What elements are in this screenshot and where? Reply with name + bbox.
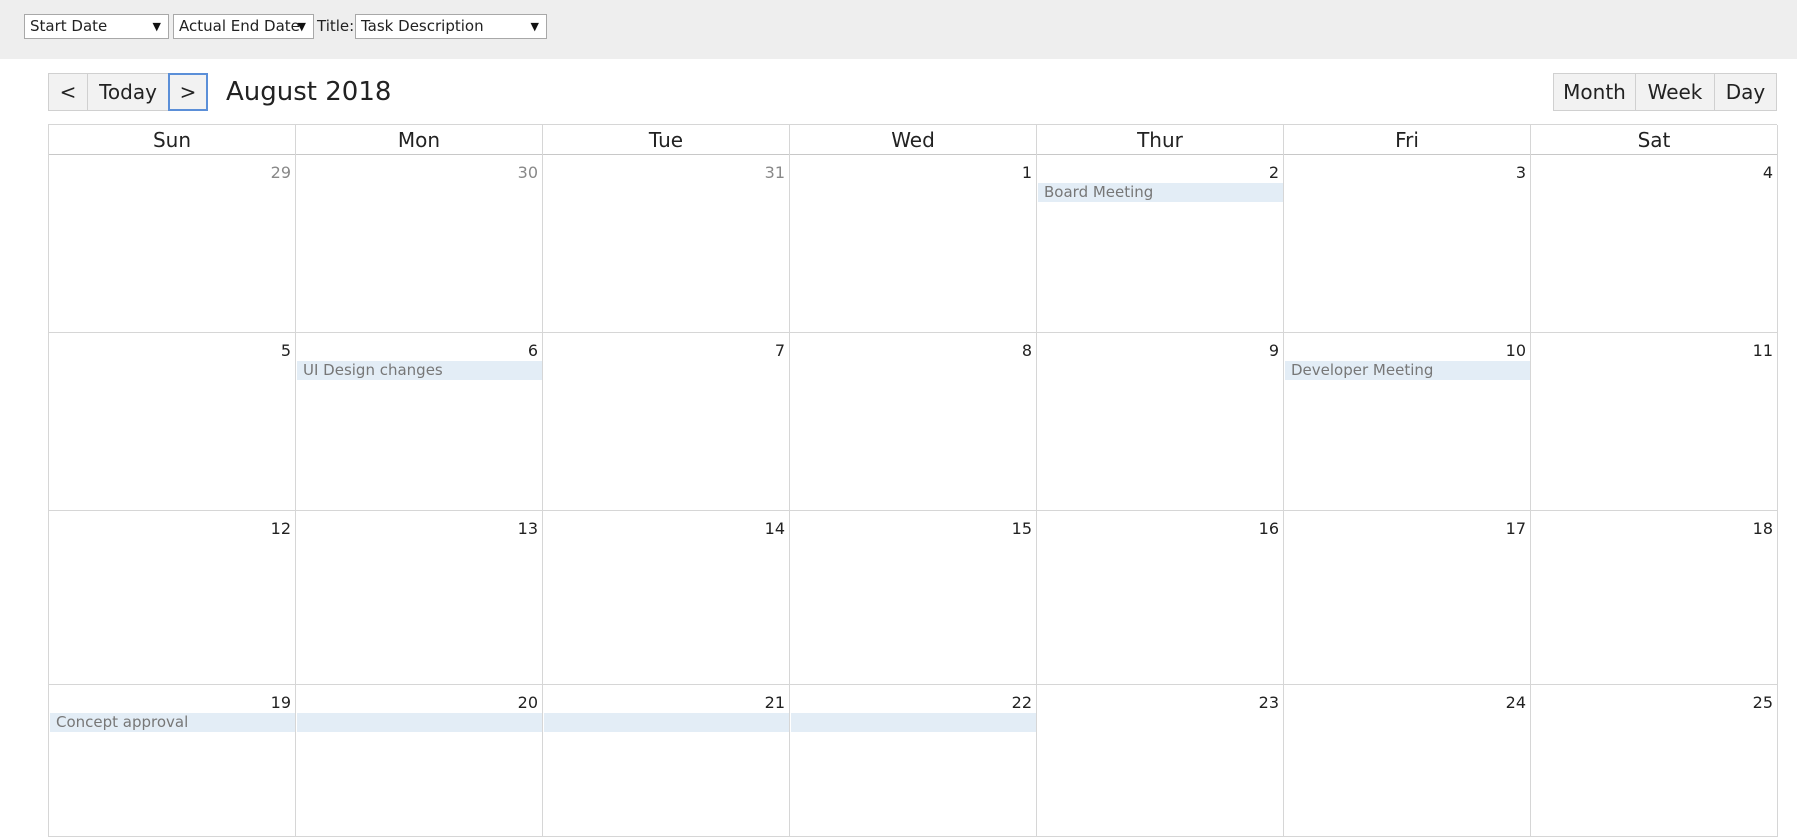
day-cell[interactable]: 8	[789, 333, 1036, 511]
calendar-event[interactable]: Board Meeting	[1038, 183, 1283, 202]
filter-bar: Start Date ▼ Actual End Date ▼ Title: Ta…	[0, 0, 1797, 59]
day-number: 6	[527, 341, 538, 360]
day-cell[interactable]: 23	[1036, 685, 1283, 837]
calendar-event[interactable]	[297, 713, 542, 732]
weekday-tue: Tue	[542, 125, 789, 155]
next-button[interactable]: >	[168, 73, 208, 111]
calendar-event[interactable]: Developer Meeting	[1285, 361, 1530, 380]
day-number: 25	[1752, 693, 1773, 712]
day-cell[interactable]: 5	[48, 333, 295, 511]
day-number: 15	[1011, 519, 1032, 538]
day-cell[interactable]: 30	[295, 155, 542, 333]
day-cell[interactable]: 21	[542, 685, 789, 837]
day-number: 3	[1515, 163, 1526, 182]
day-cell[interactable]: 18	[1530, 511, 1778, 685]
end-date-select[interactable]: Actual End Date ▼	[173, 14, 314, 39]
week-view-button[interactable]: Week	[1635, 73, 1715, 111]
title-field-select-value: Task Description	[361, 17, 484, 35]
weekday-header: Sun Mon Tue Wed Thur Fri Sat	[48, 124, 1778, 155]
weekday-mon: Mon	[295, 125, 542, 155]
day-number: 14	[764, 519, 785, 538]
day-number: 23	[1258, 693, 1279, 712]
day-number: 31	[764, 163, 785, 182]
day-number: 16	[1258, 519, 1279, 538]
day-number: 24	[1505, 693, 1526, 712]
end-date-select-value: Actual End Date	[179, 17, 300, 35]
day-number: 5	[280, 341, 291, 360]
day-cell[interactable]: 6 UI Design changes	[295, 333, 542, 511]
today-button[interactable]: Today	[87, 73, 169, 111]
day-number: 17	[1505, 519, 1526, 538]
day-cell[interactable]: 17	[1283, 511, 1530, 685]
day-view-button[interactable]: Day	[1714, 73, 1777, 111]
chevron-down-icon: ▼	[297, 20, 306, 33]
day-cell[interactable]: 19 Concept approval	[48, 685, 295, 837]
day-number: 7	[774, 341, 785, 360]
day-cell[interactable]: 12	[48, 511, 295, 685]
calendar-event[interactable]: UI Design changes	[297, 361, 542, 380]
day-number: 1	[1021, 163, 1032, 182]
weekday-thur: Thur	[1036, 125, 1283, 155]
day-cell[interactable]: 10 Developer Meeting	[1283, 333, 1530, 511]
calendar-event[interactable]	[544, 713, 789, 732]
day-cell[interactable]: 31	[542, 155, 789, 333]
day-number: 4	[1762, 163, 1773, 182]
day-cell[interactable]: 22	[789, 685, 1036, 837]
day-cell[interactable]: 4	[1530, 155, 1778, 333]
weekday-fri: Fri	[1283, 125, 1530, 155]
prev-button[interactable]: <	[48, 73, 88, 111]
title-label: Title:	[317, 17, 355, 35]
day-number: 21	[764, 693, 785, 712]
start-date-select[interactable]: Start Date ▼	[24, 14, 169, 39]
calendar-event[interactable]: Concept approval	[50, 713, 295, 732]
day-number: 11	[1752, 341, 1773, 360]
day-number: 19	[270, 693, 291, 712]
day-cell[interactable]: 7	[542, 333, 789, 511]
day-cell[interactable]: 9	[1036, 333, 1283, 511]
day-number: 22	[1011, 693, 1032, 712]
page-title: August 2018	[226, 77, 392, 107]
chevron-down-icon: ▼	[152, 20, 161, 33]
start-date-select-value: Start Date	[30, 17, 108, 35]
day-cell[interactable]: 1	[789, 155, 1036, 333]
day-cell[interactable]: 3	[1283, 155, 1530, 333]
day-number: 20	[517, 693, 538, 712]
month-view-button[interactable]: Month	[1553, 73, 1636, 111]
chevron-down-icon: ▼	[530, 20, 539, 33]
day-number: 13	[517, 519, 538, 538]
month-calendar: Sun Mon Tue Wed Thur Fri Sat 29 30 31 1 2 Board Mee…	[48, 124, 1778, 838]
weekday-sun: Sun	[48, 125, 295, 155]
day-cell[interactable]: 29	[48, 155, 295, 333]
day-number: 10	[1505, 341, 1526, 360]
title-field-select[interactable]: Task Description ▼	[355, 14, 547, 39]
day-cell[interactable]: 13	[295, 511, 542, 685]
calendar-event[interactable]	[791, 713, 1036, 732]
day-number: 30	[517, 163, 538, 182]
day-number: 18	[1752, 519, 1773, 538]
day-number: 9	[1268, 341, 1279, 360]
day-cell[interactable]: 25	[1530, 685, 1778, 837]
day-number: 12	[270, 519, 291, 538]
weekday-wed: Wed	[789, 125, 1036, 155]
day-cell[interactable]: 16	[1036, 511, 1283, 685]
weekday-sat: Sat	[1530, 125, 1778, 155]
day-number: 29	[270, 163, 291, 182]
day-cell[interactable]: 11	[1530, 333, 1778, 511]
day-cell[interactable]: 15	[789, 511, 1036, 685]
day-cell[interactable]: 2 Board Meeting	[1036, 155, 1283, 333]
day-number: 8	[1021, 341, 1032, 360]
day-cell[interactable]: 14	[542, 511, 789, 685]
day-cell[interactable]: 20	[295, 685, 542, 837]
day-cell[interactable]: 24	[1283, 685, 1530, 837]
day-number: 2	[1268, 163, 1279, 182]
